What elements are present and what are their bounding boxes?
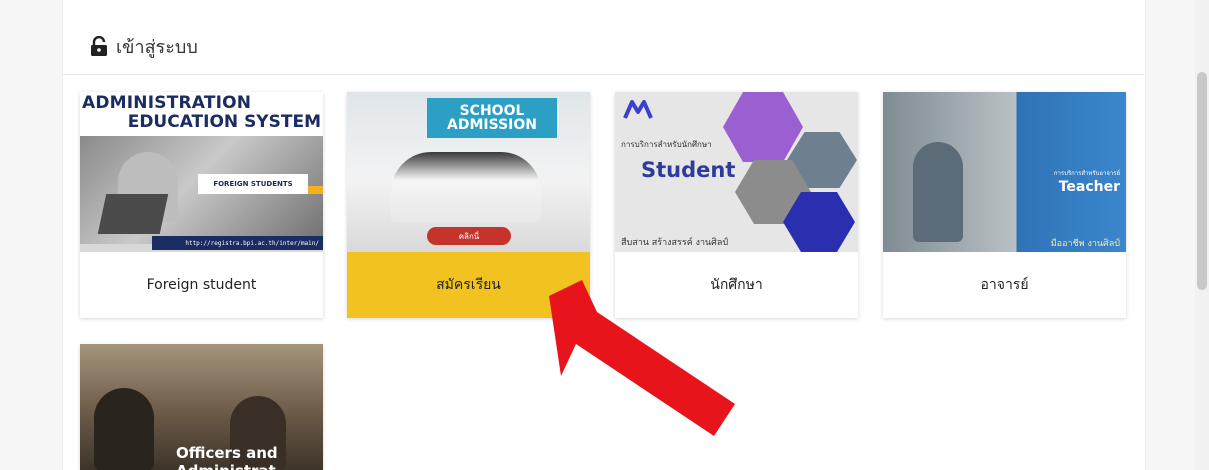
- login-header: เข้าสู่ระบบ: [90, 32, 198, 60]
- orange-accent: [308, 186, 323, 194]
- card-officers[interactable]: Officers and Administrat: [80, 344, 323, 470]
- officers-banner-text: Officers and Administrat: [176, 444, 278, 470]
- page-title: เข้าสู่ระบบ: [116, 36, 198, 58]
- school-admission-banner: SCHOOL ADMISSION: [427, 98, 557, 138]
- students-group-photo: [391, 152, 541, 222]
- banner-title-line1: ADMINISTRATION: [82, 93, 252, 113]
- card-label-foreign-student: Foreign student: [146, 277, 257, 293]
- foreign-student-banner-image: ADMINISTRATION EDUCATION SYSTEM FOREIGN …: [80, 92, 323, 252]
- banner-slogan: มืออาชีพ งานศิลป์: [1050, 239, 1120, 249]
- card-label-admission: สมัครเรียน: [347, 252, 590, 318]
- card-label-student: นักศึกษา: [710, 277, 763, 293]
- admission-banner-image: SCHOOL ADMISSION คลิกนี่: [347, 92, 590, 252]
- banner-subtitle: การบริการสำหรับอาจารย์: [1053, 170, 1120, 177]
- teacher-figure: [913, 142, 963, 242]
- banner-title: Student: [641, 158, 736, 182]
- card-student[interactable]: การบริการสำหรับนักศึกษา Student สืบสาน ส…: [615, 92, 858, 318]
- page-scrollbar[interactable]: [1195, 0, 1209, 470]
- card-foreign-student[interactable]: ADMINISTRATION EDUCATION SYSTEM FOREIGN …: [80, 92, 323, 318]
- click-here-badge: คลิกนี่: [427, 227, 511, 245]
- banner-url: http://registra.bpi.ac.th/inter/main/: [152, 236, 323, 250]
- student-banner-image: การบริการสำหรับนักศึกษา Student สืบสาน ส…: [615, 92, 858, 252]
- card-admission[interactable]: SCHOOL ADMISSION คลิกนี่ สมัครเรียน: [347, 92, 590, 318]
- scrollbar-thumb[interactable]: [1197, 72, 1207, 290]
- banner-tag: FOREIGN STUDENTS: [198, 174, 308, 194]
- officers-line2: Administrat: [176, 462, 278, 470]
- teacher-banner-image: การบริการสำหรับอาจารย์ Teacher มืออาชีพ …: [883, 92, 1126, 252]
- banner-slogan: สืบสาน สร้างสรรค์ งานศิลป์: [621, 238, 729, 248]
- banner-line2: ADMISSION: [447, 117, 537, 133]
- card-label-teacher: อาจารย์: [980, 277, 1029, 293]
- banner-title: Teacher: [1058, 179, 1120, 195]
- officers-line1: Officers and: [176, 444, 278, 462]
- laptop-figure: [97, 194, 169, 234]
- person-figure: [94, 388, 154, 470]
- header-divider: [62, 74, 1144, 75]
- banner-subtitle: การบริการสำหรับนักศึกษา: [621, 140, 712, 149]
- brand-logo-icon: [623, 100, 653, 119]
- banner-line1: SCHOOL: [459, 103, 525, 119]
- card-teacher[interactable]: การบริการสำหรับอาจารย์ Teacher มืออาชีพ …: [883, 92, 1126, 318]
- banner-title-line2: EDUCATION SYSTEM: [127, 112, 321, 132]
- lock-icon: [91, 36, 107, 56]
